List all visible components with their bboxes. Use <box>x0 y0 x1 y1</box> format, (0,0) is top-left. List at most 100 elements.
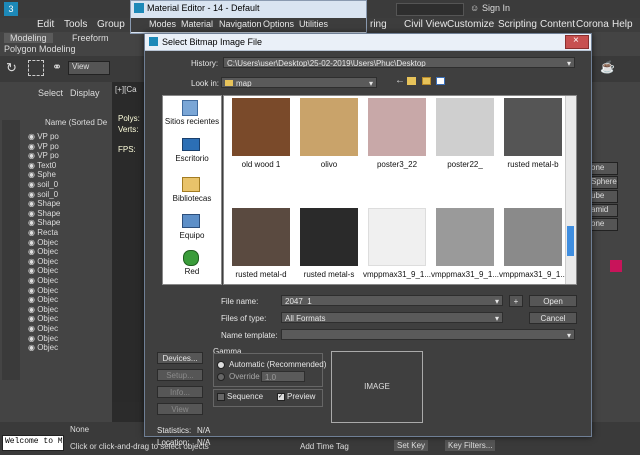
place-recent[interactable]: Sitios recientes <box>163 100 221 130</box>
create-object-button[interactable]: Sphere <box>590 176 618 189</box>
menu-corona[interactable]: Corona <box>576 19 609 30</box>
visibility-icon[interactable]: ◉ <box>28 257 37 266</box>
preview-checkbox[interactable]: ✓ <box>277 393 285 401</box>
close-button[interactable]: × <box>565 35 589 49</box>
visibility-icon[interactable]: ◉ <box>28 142 37 151</box>
visibility-icon[interactable]: ◉ <box>28 305 37 314</box>
plus-button[interactable]: + <box>509 295 523 307</box>
back-icon[interactable]: ← <box>395 75 405 86</box>
explorer-row[interactable]: ◉ VP po <box>28 142 108 152</box>
explorer-row[interactable]: ◉ Text0 <box>28 161 108 171</box>
gamma-override-radio[interactable] <box>217 373 225 381</box>
visibility-icon[interactable]: ◉ <box>28 199 37 208</box>
info-button[interactable]: Info... <box>157 386 203 398</box>
menu-rendering[interactable]: ring <box>370 19 387 30</box>
file-item[interactable]: poster3_22 <box>364 96 430 186</box>
teapot-icon[interactable]: ☕ <box>600 60 615 74</box>
file-item[interactable]: rusted metal-b <box>500 96 566 186</box>
explorer-row[interactable]: ◉ VP po <box>28 132 108 142</box>
new-folder-icon[interactable] <box>422 77 431 85</box>
explorer-row[interactable]: ◉ Objec <box>28 266 108 276</box>
scrollbar[interactable] <box>565 96 576 284</box>
explorer-row[interactable]: ◉ Sphe <box>28 170 108 180</box>
menu-scripting[interactable]: Scripting <box>498 19 537 30</box>
visibility-icon[interactable]: ◉ <box>28 228 37 237</box>
file-item[interactable]: vmppmax31_9_1... <box>431 196 499 284</box>
visibility-icon[interactable]: ◉ <box>28 161 37 170</box>
file-name-input[interactable]: 2047_1 ▾ <box>281 295 503 306</box>
name-template-input[interactable]: ▾ <box>281 329 575 340</box>
visibility-icon[interactable]: ◉ <box>28 334 37 343</box>
visibility-icon[interactable]: ◉ <box>28 314 37 323</box>
explorer-row[interactable]: ◉ soil_0 <box>28 180 108 190</box>
polygon-modeling-label[interactable]: Polygon Modeling <box>4 44 76 54</box>
menu-edit[interactable]: Edit <box>37 19 54 30</box>
visibility-icon[interactable]: ◉ <box>28 276 37 285</box>
file-list[interactable]: old wood 1 olivo poster3_22 poster22_ rusted… <box>223 95 577 285</box>
create-object-button[interactable]: amid <box>590 204 618 217</box>
view-button[interactable]: View <box>157 403 203 415</box>
explorer-column-header[interactable]: Name (Sorted Desce <box>45 118 107 127</box>
visibility-icon[interactable]: ◉ <box>28 209 37 218</box>
help-search-input[interactable] <box>396 3 464 16</box>
visibility-icon[interactable]: ◉ <box>28 343 37 352</box>
gamma-auto-radio[interactable] <box>217 361 225 369</box>
tab-display[interactable]: Display <box>70 88 100 98</box>
tab-select[interactable]: Select <box>38 88 63 98</box>
cancel-button[interactable]: Cancel <box>529 312 577 324</box>
viewport-label[interactable]: [+][Ca <box>115 85 137 94</box>
me-menu-options[interactable]: Options <box>263 19 294 29</box>
visibility-icon[interactable]: ◉ <box>28 238 37 247</box>
visibility-icon[interactable]: ◉ <box>28 324 37 333</box>
view-menu-icon[interactable] <box>436 77 445 85</box>
explorer-row[interactable]: ◉ Objec <box>28 286 108 296</box>
me-menu-navigation[interactable]: Navigation <box>219 19 262 29</box>
tab-modeling[interactable]: Modeling <box>4 33 53 43</box>
explorer-row[interactable]: ◉ Shape <box>28 199 108 209</box>
menu-tools[interactable]: Tools <box>64 19 87 30</box>
explorer-row[interactable]: ◉ VP po <box>28 151 108 161</box>
open-button[interactable]: Open <box>529 295 577 307</box>
color-swatch[interactable] <box>610 260 622 272</box>
me-menu-utilities[interactable]: Utilities <box>299 19 328 29</box>
sign-in-button[interactable]: ☺ Sign In <box>470 3 536 15</box>
visibility-icon[interactable]: ◉ <box>28 247 37 256</box>
place-computer[interactable]: Equipo <box>163 214 221 244</box>
explorer-row[interactable]: ◉ Objec <box>28 334 108 344</box>
visibility-icon[interactable]: ◉ <box>28 266 37 275</box>
menu-customize[interactable]: Customize <box>447 19 494 30</box>
link-icon[interactable]: ⚭ <box>52 60 62 74</box>
maxscript-listener[interactable]: Welcome to M <box>2 435 64 451</box>
explorer-row[interactable]: ◉ Shape <box>28 218 108 228</box>
file-item[interactable]: rusted metal-d <box>228 196 294 284</box>
explorer-row[interactable]: ◉ Objec <box>28 343 108 353</box>
history-dropdown[interactable]: C:\Users\user\Desktop\25-02-2019\Users\P… <box>223 57 575 68</box>
add-time-tag-button[interactable]: Add Time Tag <box>300 442 349 451</box>
sequence-checkbox[interactable] <box>217 393 225 401</box>
key-filters-button[interactable]: Key Filters... <box>445 440 496 451</box>
visibility-icon[interactable]: ◉ <box>28 151 37 160</box>
visibility-icon[interactable]: ◉ <box>28 170 37 179</box>
explorer-row[interactable]: ◉ Objec <box>28 324 108 334</box>
view-dropdown[interactable]: View <box>68 61 110 75</box>
place-network[interactable]: Red <box>163 250 221 280</box>
file-item[interactable]: rusted metal-s <box>296 196 362 284</box>
explorer-row[interactable]: ◉ Objec <box>28 247 108 257</box>
explorer-row[interactable]: ◉ Objec <box>28 314 108 324</box>
place-desktop[interactable]: Escritorio <box>163 138 221 168</box>
visibility-icon[interactable]: ◉ <box>28 295 37 304</box>
gamma-value-spinner[interactable]: 1.0 <box>261 371 305 382</box>
visibility-icon[interactable]: ◉ <box>28 218 37 227</box>
visibility-icon[interactable]: ◉ <box>28 190 37 199</box>
set-key-button[interactable]: Set Key <box>394 440 429 451</box>
up-folder-icon[interactable] <box>407 77 416 85</box>
menu-civil-view[interactable]: Civil View <box>404 19 447 30</box>
explorer-row[interactable]: ◉ Objec <box>28 295 108 305</box>
me-menu-modes[interactable]: Modes <box>149 19 176 29</box>
create-object-button[interactable]: one <box>590 218 618 231</box>
file-item[interactable]: olivo <box>296 96 362 186</box>
visibility-icon[interactable]: ◉ <box>28 286 37 295</box>
me-menu-material[interactable]: Material <box>181 19 213 29</box>
explorer-row[interactable]: ◉ soil_0 <box>28 190 108 200</box>
tab-freeform[interactable]: Freeform <box>72 33 109 43</box>
